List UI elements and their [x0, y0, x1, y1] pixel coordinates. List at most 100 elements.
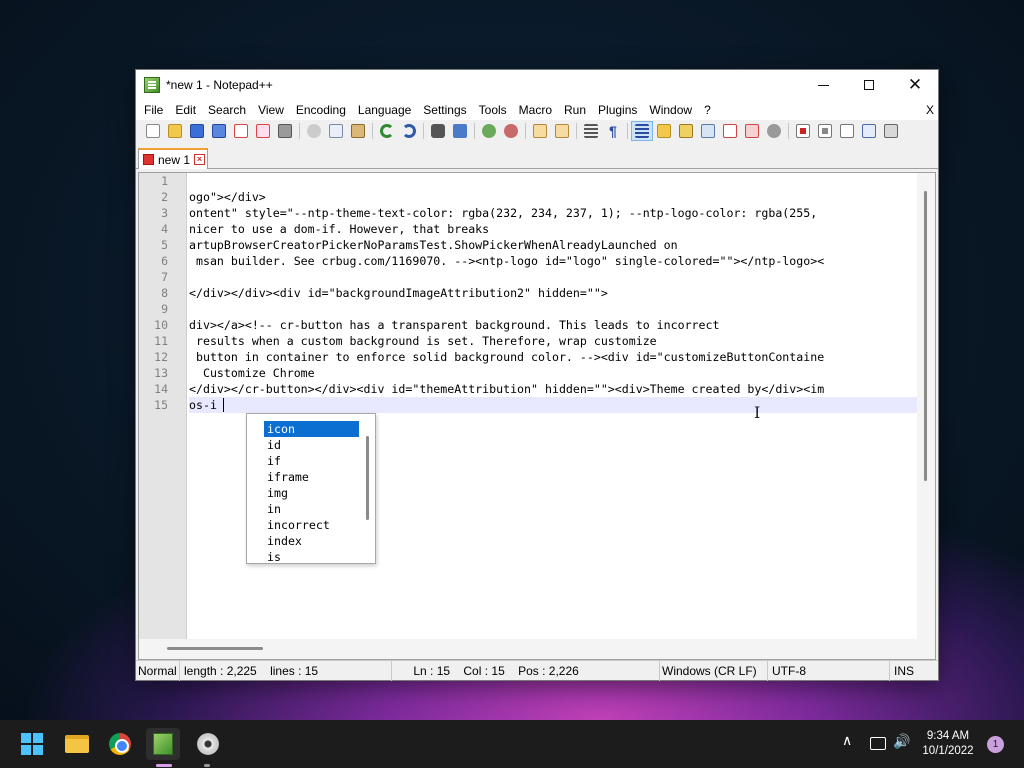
- menu-edit[interactable]: Edit: [169, 100, 202, 120]
- menu-window[interactable]: Window: [643, 100, 698, 120]
- stop-macro-icon[interactable]: [814, 121, 836, 141]
- status-position: Ln : 15 Col : 15 Pos : 2,226: [398, 661, 660, 681]
- autocomplete-item[interactable]: incorrect: [264, 517, 359, 533]
- open-file-icon[interactable]: [164, 121, 186, 141]
- menu-plugins[interactable]: Plugins: [592, 100, 643, 120]
- menu-help[interactable]: ?: [698, 100, 717, 120]
- title-bar[interactable]: *new 1 - Notepad++ ✕: [136, 70, 938, 100]
- sync-horizontal-icon[interactable]: [551, 121, 573, 141]
- close-icon[interactable]: [230, 121, 252, 141]
- autocomplete-item[interactable]: id: [264, 437, 359, 453]
- record-macro-icon[interactable]: [792, 121, 814, 141]
- autocomplete-list[interactable]: icon id if iframe img in incorrect index…: [246, 413, 376, 564]
- minimize-icon: [817, 84, 829, 86]
- chrome-taskbar-button[interactable]: [103, 728, 137, 760]
- run-macro-multiple-icon[interactable]: [858, 121, 880, 141]
- notification-badge[interactable]: 1: [987, 736, 1004, 753]
- new-file-icon[interactable]: [142, 121, 164, 141]
- word-wrap-icon[interactable]: [580, 121, 602, 141]
- notepadpp-app-icon[interactable]: [144, 77, 160, 93]
- find-icon[interactable]: [427, 121, 449, 141]
- show-all-chars-icon[interactable]: ¶: [602, 121, 624, 141]
- status-insert-mode[interactable]: INS: [892, 661, 938, 681]
- text-caret: [223, 398, 224, 412]
- status-eol[interactable]: Windows (CR LF): [660, 661, 768, 681]
- vertical-scroll-thumb[interactable]: [924, 191, 927, 481]
- tab-close-icon[interactable]: ×: [194, 154, 206, 165]
- line-number: 7: [161, 270, 168, 284]
- autocomplete-item[interactable]: icon: [264, 421, 359, 437]
- autocomplete-item[interactable]: img: [264, 485, 359, 501]
- menu-language[interactable]: Language: [352, 100, 417, 120]
- replace-icon[interactable]: [449, 121, 471, 141]
- clock[interactable]: 9:34 AM 10/1/2022: [918, 729, 978, 759]
- notepadpp-taskbar-button[interactable]: [146, 728, 180, 760]
- toolbar: ¶: [136, 120, 938, 142]
- vertical-scrollbar[interactable]: [917, 173, 935, 639]
- save-macro-icon[interactable]: [880, 121, 902, 141]
- save-all-icon[interactable]: [208, 121, 230, 141]
- tray-overflow-chevron-icon[interactable]: ∧: [842, 732, 852, 749]
- horizontal-scrollbar[interactable]: [139, 639, 935, 659]
- paste-icon[interactable]: [347, 121, 369, 141]
- print-icon[interactable]: [274, 121, 296, 141]
- line-number: 5: [161, 238, 168, 252]
- monitoring-icon[interactable]: [719, 121, 741, 141]
- redo-icon[interactable]: [398, 121, 420, 141]
- maximize-button[interactable]: [846, 70, 892, 100]
- doc-list-icon[interactable]: [741, 121, 763, 141]
- zoom-in-icon[interactable]: [478, 121, 500, 141]
- clock-time: 9:34 AM: [926, 730, 970, 742]
- start-button[interactable]: [15, 728, 49, 760]
- disc-app-taskbar-button[interactable]: [191, 728, 225, 760]
- menu-run[interactable]: Run: [558, 100, 592, 120]
- volume-icon[interactable]: 🔊: [893, 733, 910, 750]
- menu-file[interactable]: File: [138, 100, 169, 120]
- line-number: 14: [154, 382, 168, 396]
- code-text[interactable]: ogo"></div> ontent" style="--ntp-theme-t…: [189, 173, 919, 639]
- doc-map-icon[interactable]: [653, 121, 675, 141]
- autocomplete-item[interactable]: if: [264, 453, 359, 469]
- status-encoding[interactable]: UTF-8: [770, 661, 890, 681]
- close-window-button[interactable]: ✕: [892, 70, 938, 100]
- copy-icon[interactable]: [325, 121, 347, 141]
- code-line: </div></div><div id="backgroundImageAttr…: [189, 286, 608, 300]
- cut-icon[interactable]: [303, 121, 325, 141]
- editor-area[interactable]: 1 2 3 4 5 6 7 8 9 10 11 12 13 14 15 ogo"…: [138, 172, 936, 660]
- network-icon[interactable]: [870, 737, 886, 750]
- minimize-button[interactable]: [800, 70, 846, 100]
- status-lines-value: lines : 15: [270, 664, 319, 678]
- menu-search[interactable]: Search: [202, 100, 252, 120]
- function-list-icon[interactable]: [675, 121, 697, 141]
- undo-icon[interactable]: [376, 121, 398, 141]
- unsaved-file-icon: [143, 154, 154, 165]
- folder-workspace-icon[interactable]: [697, 121, 719, 141]
- zoom-out-icon[interactable]: [500, 121, 522, 141]
- play-macro-icon[interactable]: [836, 121, 858, 141]
- save-icon[interactable]: [186, 121, 208, 141]
- autocomplete-scrollbar[interactable]: [366, 436, 369, 520]
- toolbar-separator: [627, 123, 628, 139]
- horizontal-scroll-thumb[interactable]: [167, 647, 263, 650]
- menu-tools[interactable]: Tools: [473, 100, 513, 120]
- file-explorer-taskbar-button[interactable]: [60, 728, 94, 760]
- indent-guide-icon[interactable]: [631, 121, 653, 141]
- menu-macro[interactable]: Macro: [513, 100, 558, 120]
- close-document-button[interactable]: X: [926, 100, 934, 120]
- tab-new-1[interactable]: new 1 ×: [138, 148, 208, 169]
- autocomplete-item[interactable]: in: [264, 501, 359, 517]
- comment-icon[interactable]: [763, 121, 785, 141]
- status-pos: Pos : 2,226: [518, 664, 579, 678]
- sync-vertical-icon[interactable]: [529, 121, 551, 141]
- menu-view[interactable]: View: [252, 100, 290, 120]
- close-all-icon[interactable]: [252, 121, 274, 141]
- autocomplete-item[interactable]: is: [264, 549, 359, 563]
- autocomplete-item[interactable]: iframe: [264, 469, 359, 485]
- menu-settings[interactable]: Settings: [417, 100, 472, 120]
- current-line-highlight: [189, 397, 919, 413]
- autocomplete-item[interactable]: index: [264, 533, 359, 549]
- code-line: ogo"></div>: [189, 190, 266, 204]
- maximize-icon: [864, 80, 874, 90]
- menu-encoding[interactable]: Encoding: [290, 100, 352, 120]
- status-ln: Ln : 15: [413, 664, 451, 678]
